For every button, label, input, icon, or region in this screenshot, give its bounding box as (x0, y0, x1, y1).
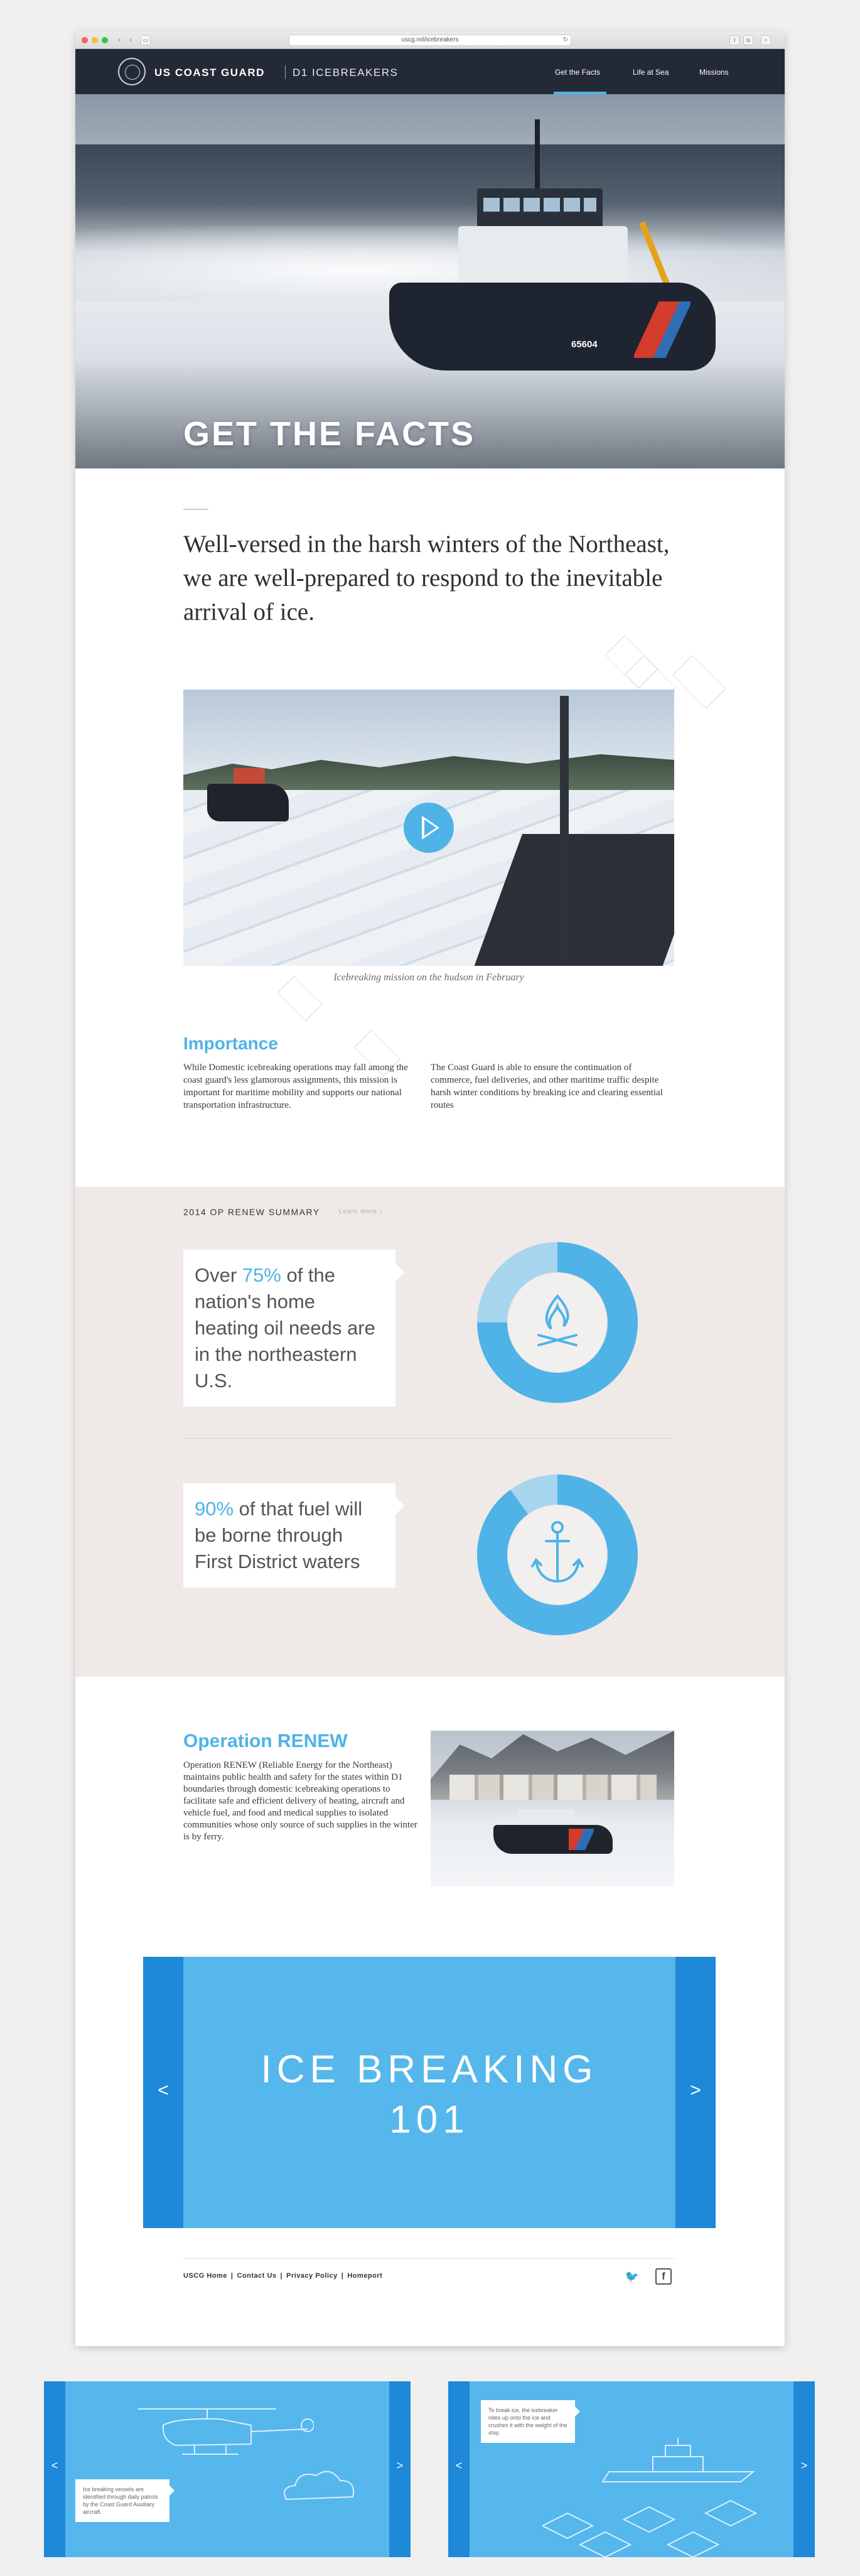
address-bar[interactable]: uscg.mil/icebreakers (289, 35, 571, 46)
preview-prev-button[interactable]: < (44, 2381, 65, 2557)
coast-guard-seal-icon[interactable] (118, 58, 146, 85)
preview-prev-button[interactable]: < (448, 2381, 470, 2557)
footer-link-homeport[interactable]: Homeport (347, 2272, 382, 2280)
forward-icon[interactable]: › (126, 35, 136, 45)
cloud-icon (284, 2470, 354, 2501)
chevron-right-icon: > (396, 2459, 404, 2472)
video-ship (207, 784, 289, 821)
summary-heading: 2014 OP RENEW SUMMARY (183, 1207, 320, 1217)
brand-name[interactable]: US COAST GUARD (154, 67, 265, 79)
operation-renew-text: Operation RENEW (Reliable Energy for the… (183, 1760, 417, 1842)
play-icon (422, 816, 439, 840)
footer-link-privacy-policy[interactable]: Privacy Policy (286, 2272, 338, 2280)
footer-link-uscg-home[interactable]: USCG Home (183, 2272, 227, 2280)
footer-link-contact-us[interactable]: Contact Us (237, 2272, 276, 2280)
preview-next-button[interactable]: > (389, 2381, 411, 2557)
stat-card-first-district: 90% of that fuel will be borne through F… (183, 1483, 404, 1588)
intro-rule (183, 509, 208, 510)
preview-note-text: Ice breaking vessels are identified thro… (83, 2486, 158, 2515)
photo-ship-stripe (569, 1829, 594, 1850)
browser-toolbar: ‹ › ▭ uscg.mil/icebreakers ↻ ⇪ ⧉ + (75, 31, 785, 49)
importance-heading: Importance (183, 1034, 278, 1053)
stat-card-heating-oil: Over 75% of the nation's home heating oi… (183, 1250, 404, 1407)
stat-highlight: 90% (195, 1498, 234, 1520)
slider-title-line-1: ICE BREAKING (261, 2048, 598, 2091)
ice-breaking-101-slider: < ICE BREAKING 101 > (143, 1957, 716, 2228)
back-icon[interactable]: ‹ (114, 35, 124, 45)
footer-separator: | (341, 2272, 344, 2280)
share-icon[interactable]: ⇪ (729, 35, 739, 45)
slider-title: ICE BREAKING 101 (183, 2045, 675, 2145)
operation-renew-photo (431, 1731, 674, 1886)
new-tab-icon[interactable]: + (761, 35, 771, 45)
sub-brand-name[interactable]: D1 ICEBREAKERS (293, 67, 398, 79)
chevron-left-icon: < (158, 2080, 169, 2101)
decorative-diamond (672, 655, 726, 709)
minimize-window-icon[interactable] (92, 37, 98, 43)
chevron-left-icon: < (51, 2459, 58, 2472)
site-header: US COAST GUARD D1 ICEBREAKERS Get the Fa… (75, 49, 785, 94)
photo-ship-hull (493, 1825, 613, 1854)
brand-divider (285, 65, 286, 79)
browser-window: ‹ › ▭ uscg.mil/icebreakers ↻ ⇪ ⧉ + US CO… (75, 31, 785, 2346)
close-window-icon[interactable] (82, 37, 88, 43)
ice-floe-pattern (542, 2499, 758, 2557)
summary-divider (183, 1438, 674, 1439)
video-caption: Icebreaking mission on the hudson in Feb… (333, 972, 524, 983)
stat-prefix: Over (195, 1264, 242, 1286)
importance-text-right: The Coast Guard is able to ensure the co… (431, 1063, 663, 1110)
preview-next-button[interactable]: > (793, 2381, 815, 2557)
summary-section (75, 1187, 785, 1677)
stat-highlight: 75% (242, 1264, 281, 1286)
address-text: uscg.mil/icebreakers (401, 36, 459, 43)
donut-chart-first-district (477, 1475, 638, 1635)
chevron-right-icon: > (800, 2459, 808, 2472)
facebook-icon[interactable]: f (655, 2268, 672, 2285)
preview-note: Ice breaking vessels are identified thro… (75, 2479, 175, 2522)
chevron-left-icon: < (455, 2459, 463, 2472)
video-player[interactable] (183, 690, 674, 966)
zoom-window-icon[interactable] (102, 37, 108, 43)
footer-divider (183, 2258, 674, 2259)
slider-next-button[interactable]: > (675, 1957, 716, 2228)
footer-links: USCG Home | Contact Us | Privacy Policy | Home… (183, 2272, 382, 2280)
photo-houses (449, 1775, 657, 1800)
nav-get-the-facts[interactable]: Get the Facts (555, 68, 600, 77)
intro-statement: Well-versed in the harsh winters of the … (183, 531, 670, 625)
page-title: GET THE FACTS (183, 415, 476, 453)
learn-more-link[interactable]: Learn more › (339, 1208, 382, 1215)
play-button[interactable] (404, 803, 454, 853)
slide-preview-helicopter: < Ice breaking vessels are identified th… (44, 2381, 411, 2557)
footer-separator: | (230, 2272, 234, 2280)
ship-bridge-windows (483, 198, 596, 212)
hull-number: 65604 (571, 339, 598, 350)
slide-preview-icebreaker: < To break ice, the icebreaker rides up … (448, 2381, 815, 2557)
preview-note-text: To break ice, the icebreaker rides up on… (488, 2407, 567, 2436)
nav-missions[interactable]: Missions (699, 68, 729, 77)
reload-icon[interactable]: ↻ (561, 35, 570, 45)
coast-guard-racing-stripe (634, 301, 691, 358)
donut-center (508, 1274, 606, 1372)
nav-life-at-sea[interactable]: Life at Sea (633, 68, 669, 77)
donut-chart-heating-oil (477, 1242, 638, 1403)
hero-banner: 65604 GET THE FACTS (75, 94, 785, 468)
slider-prev-button[interactable]: < (143, 1957, 183, 2228)
tabs-icon[interactable]: ⧉ (743, 35, 753, 45)
importance-text-left: While Domestic icebreaking operations ma… (183, 1063, 408, 1110)
footer-separator: | (280, 2272, 283, 2280)
operation-renew-heading: Operation RENEW (183, 1731, 348, 1751)
video-ship-rail (560, 696, 569, 960)
slider-title-line-2: 101 (389, 2098, 470, 2141)
preview-note: To break ice, the icebreaker rides up on… (481, 2400, 580, 2443)
twitter-icon[interactable]: 🐦 (624, 2268, 640, 2285)
sidebar-toggle-icon[interactable]: ▭ (141, 35, 151, 45)
chevron-right-icon: > (690, 2080, 701, 2101)
